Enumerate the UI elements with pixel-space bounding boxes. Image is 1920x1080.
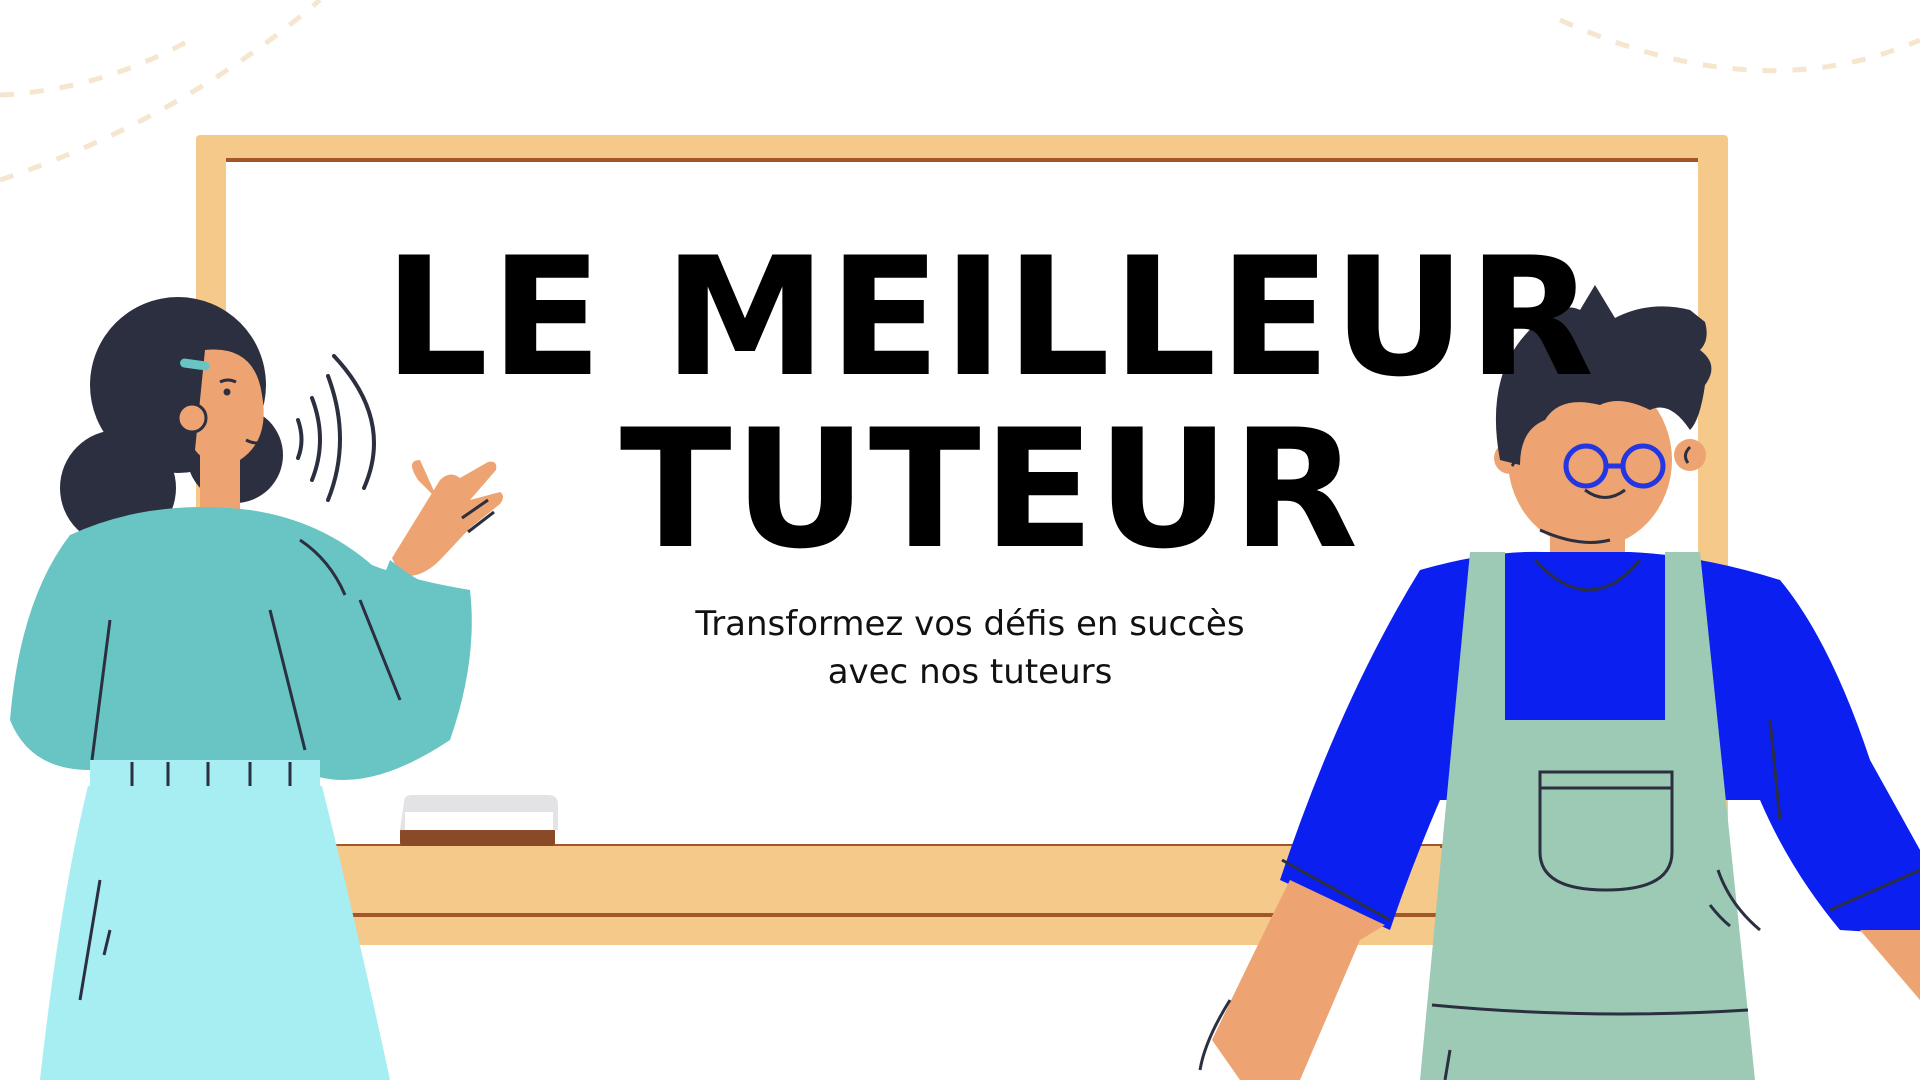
subtitle: Transformez vos défis en succès avec nos… <box>560 600 1380 696</box>
subtitle-line-1: Transformez vos défis en succès <box>695 604 1245 644</box>
slide-canvas: LE MEILLEUR TUTEUR Transformez vos défis… <box>0 0 1920 1080</box>
title-line-2: TUTEUR <box>619 394 1361 585</box>
subtitle-line-2: avec nos tuteurs <box>827 652 1113 692</box>
page-title: LE MEILLEUR TUTEUR <box>360 232 1620 576</box>
dashed-arc-left-2 <box>0 37 192 98</box>
eraser <box>400 795 558 846</box>
dashed-arc-right <box>1558 17 1920 74</box>
title-line-1: LE MEILLEUR <box>383 222 1597 413</box>
